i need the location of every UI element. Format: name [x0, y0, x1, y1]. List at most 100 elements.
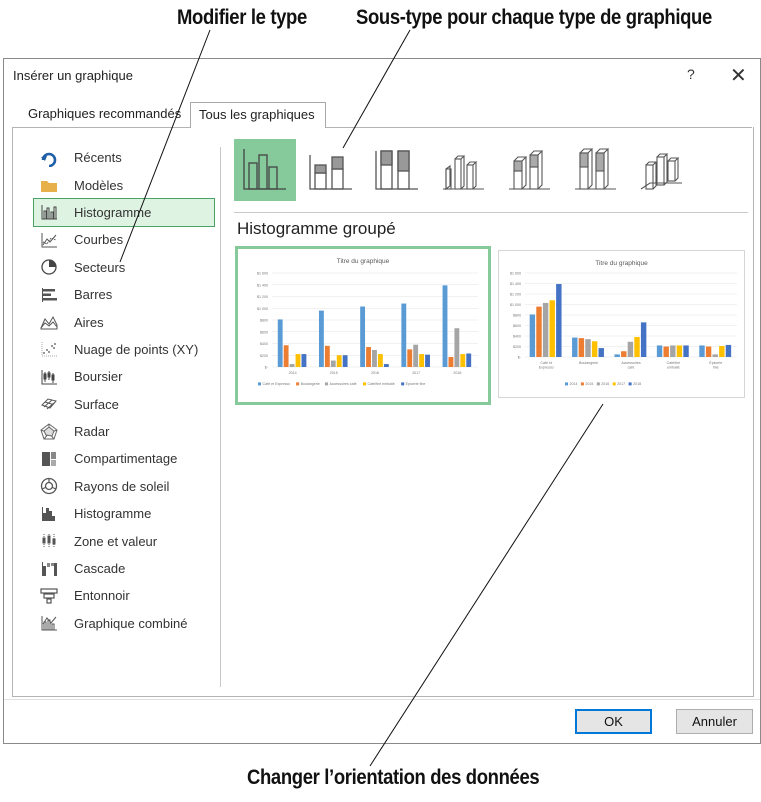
bar	[634, 337, 640, 357]
chart-preview-by-category[interactable]: Titre du graphique $- $200 $400 $600 $800 $1 0…	[498, 250, 745, 398]
box-whisker-chart-icon	[40, 532, 58, 550]
sidebar-item-scatter-chart[interactable]: Nuage de points (XY)	[34, 336, 214, 363]
y-tick-label: $600	[260, 330, 268, 334]
folder-icon	[40, 176, 58, 194]
bar	[529, 314, 536, 357]
tab-recommended-charts[interactable]: Graphiques recommandés	[12, 102, 188, 126]
sidebar-item-label: Modèles	[74, 177, 124, 193]
sidebar-item-label: Histogramme	[74, 506, 152, 522]
sidebar-item-pie-chart[interactable]: Secteurs	[34, 254, 214, 281]
bar	[725, 344, 732, 357]
y-tick-label: $1 400	[257, 283, 268, 287]
y-tick-label: $400	[260, 342, 268, 346]
bar	[699, 345, 705, 357]
bar	[295, 354, 301, 367]
line-chart-icon	[40, 231, 58, 249]
bar	[330, 360, 336, 367]
3d-stacked-column-icon	[506, 145, 552, 196]
sidebar-item-area-chart[interactable]: Aires	[34, 308, 214, 335]
sidebar-item-treemap-chart[interactable]: Compartimentage	[34, 445, 214, 472]
dialog-titlebar: Insérer un graphique ? ✕	[4, 59, 760, 93]
sidebar-item-folder[interactable]: Modèles	[34, 171, 214, 198]
y-tick-label: $-	[265, 366, 269, 370]
subtype-3d-100-stacked-column[interactable]	[564, 139, 626, 201]
sidebar-item-waterfall-chart[interactable]: Cascade	[34, 555, 214, 582]
x-tick-label: 2017	[412, 371, 420, 375]
sidebar-item-radar-chart[interactable]: Radar	[34, 418, 214, 445]
y-tick-label: $600	[513, 324, 521, 328]
y-tick-label: $1 000	[257, 307, 268, 311]
sidebar-item-combo-chart[interactable]: Graphique combiné	[34, 610, 214, 637]
bar	[549, 300, 555, 357]
sidebar-item-surface-chart[interactable]: Surface	[34, 391, 214, 418]
subtype-title: Histogramme groupé	[237, 219, 396, 238]
cancel-button[interactable]: Annuler	[676, 709, 753, 734]
close-button[interactable]: ✕	[730, 63, 747, 88]
sidebar-item-label: Aires	[74, 314, 104, 330]
sidebar-divider	[220, 147, 221, 687]
sidebar-item-funnel-chart[interactable]: Entonnoir	[34, 582, 214, 609]
y-tick-label: $1 600	[257, 272, 268, 276]
bar	[419, 354, 425, 367]
x-tick-label: 2014	[289, 371, 297, 375]
stacked-column-icon	[308, 145, 354, 196]
bar	[277, 319, 283, 367]
bar	[676, 345, 683, 357]
bar	[342, 355, 348, 367]
bar	[719, 345, 725, 357]
bar	[383, 364, 389, 367]
help-button[interactable]: ?	[687, 66, 695, 82]
legend-label: 2017	[617, 382, 625, 386]
sidebar-item-bar-chart[interactable]: Barres	[34, 281, 214, 308]
sidebar-item-label: Barres	[74, 287, 113, 303]
sidebar-item-label: Compartimentage	[74, 451, 178, 467]
subtype-3d-clustered-column[interactable]	[432, 139, 494, 201]
bar	[614, 354, 620, 357]
legend-label: 2016	[601, 382, 609, 386]
x-tick-label: Café et	[540, 361, 552, 365]
subtype-3d-stacked-column[interactable]	[498, 139, 560, 201]
legend-label: Accessoires café	[329, 382, 356, 386]
legend-swatch	[612, 382, 616, 386]
sidebar-item-recent[interactable]: Récents	[34, 144, 214, 171]
sidebar-item-histogram-chart[interactable]: Histogramme	[34, 500, 214, 527]
legend-swatch	[596, 382, 600, 386]
legend-swatch	[580, 382, 584, 386]
100-stacked-column-icon	[374, 145, 420, 196]
subtype-100-stacked-column[interactable]	[366, 139, 428, 201]
sunburst-chart-icon	[40, 477, 58, 495]
legend-label: Café et Expresso	[263, 382, 291, 386]
legend-label: 2014	[570, 382, 578, 386]
y-tick-label: $1 200	[510, 293, 521, 297]
sidebar-item-sunburst-chart[interactable]: Rayons de soleil	[34, 473, 214, 500]
chart-preview-by-year[interactable]: Titre du graphique $- $200 $400 $600 $800 $1 0…	[235, 246, 491, 405]
3d-column-icon	[638, 145, 684, 196]
sidebar-item-stock-chart[interactable]: Boursier	[34, 363, 214, 390]
bar	[705, 346, 712, 357]
column-chart-icon	[40, 203, 58, 221]
bar	[301, 354, 307, 367]
ok-button[interactable]: OK	[575, 709, 652, 734]
legend-swatch	[296, 382, 300, 386]
sidebar-item-line-chart[interactable]: Courbes	[34, 226, 214, 253]
bar	[289, 364, 295, 367]
bar	[413, 344, 419, 367]
legend-label: 2018	[633, 382, 641, 386]
tab-all-charts[interactable]: Tous les graphiques	[190, 102, 326, 128]
subtype-stacked-column[interactable]	[300, 139, 362, 201]
combo-chart-icon	[40, 614, 58, 632]
sidebar-item-column-chart[interactable]: Histogramme	[33, 197, 215, 228]
subtype-3d-column[interactable]	[630, 139, 692, 201]
legend-label: Boulangerie	[301, 382, 320, 386]
scatter-chart-icon	[40, 340, 58, 358]
bar	[627, 341, 634, 357]
bar	[656, 345, 663, 357]
bar	[425, 354, 430, 367]
sidebar-item-box-whisker-chart[interactable]: Zone et valeur	[34, 527, 214, 554]
subtype-clustered-column[interactable]	[234, 139, 296, 201]
sidebar-item-label: Histogramme	[74, 204, 152, 220]
bar	[448, 357, 454, 367]
x-tick-label: 2016	[371, 371, 379, 375]
footer-divider	[4, 699, 760, 700]
3d-clustered-column-icon	[440, 145, 486, 196]
